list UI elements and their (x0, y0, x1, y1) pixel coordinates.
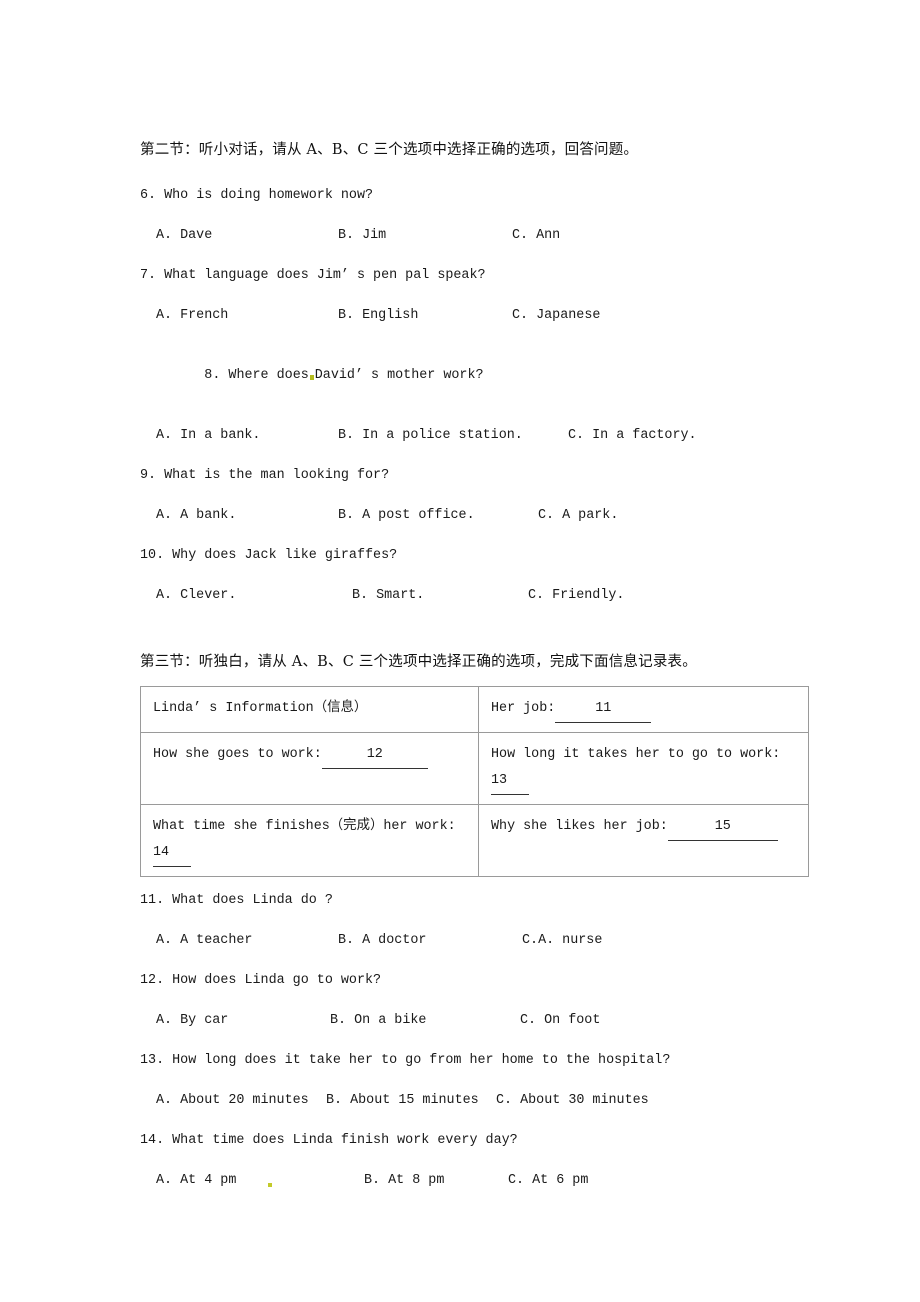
question-8-stem: 8. Where does David’ s mother work? (140, 346, 780, 406)
question-block-9: 9. What is the man looking for? A. A ban… (140, 466, 780, 526)
her-job-label: Her job: (491, 701, 556, 716)
linda-information-label: Linda’ s Information（信息） (153, 701, 368, 716)
question-10-option-a[interactable]: A. Clever. (156, 586, 236, 606)
table-cell-why-she-likes-her-job: Why she likes her job: 15 (478, 804, 809, 877)
why-she-likes-her-job-label: Why she likes her job: (491, 819, 668, 834)
answer-blank-15[interactable]: 15 (667, 814, 778, 841)
scan-artifact-mark (309, 375, 314, 380)
question-13-option-a[interactable]: A. About 20 minutes (156, 1091, 309, 1111)
question-9-option-b[interactable]: B. A post office. (338, 506, 475, 526)
question-12-stem: 12. How does Linda go to work? (140, 973, 382, 988)
question-12-option-b[interactable]: B. On a bike (330, 1011, 426, 1031)
answer-blank-11[interactable]: 11 (555, 696, 652, 723)
document-page: 第二节：听小对话，请从 A、B、C 三个选项中选择正确的选项，回答问题。 6. … (0, 0, 920, 1302)
question-11-option-c[interactable]: C.A. nurse (522, 931, 602, 951)
question-9-stem: 9. What is the man looking for? (140, 468, 390, 483)
question-13-option-b[interactable]: B. About 15 minutes (326, 1091, 479, 1111)
question-8-options: A. In a bank. B. In a police station. C.… (140, 426, 780, 446)
question-block-8: 8. Where does David’ s mother work? A. In… (140, 346, 780, 446)
question-9-option-c[interactable]: C. A park. (538, 506, 618, 526)
question-block-7: 7. What language does Jim’ s pen pal spe… (140, 266, 780, 326)
question-7-option-a[interactable]: A. French (156, 306, 228, 326)
question-14-option-a[interactable]: A. At 4 pm (156, 1171, 236, 1191)
question-8-option-c[interactable]: C. In a factory. (568, 426, 697, 446)
table-row: Linda’ s Information（信息） Her job: 11 (140, 686, 809, 733)
question-7-stem: 7. What language does Jim’ s pen pal spe… (140, 268, 486, 283)
answer-blank-13[interactable]: 13 (491, 768, 529, 795)
question-11-stem: 11. What does Linda do ? (140, 893, 333, 908)
question-8-option-b[interactable]: B. In a police station. (338, 426, 523, 446)
document-content: 第二节：听小对话，请从 A、B、C 三个选项中选择正确的选项，回答问题。 6. … (140, 140, 809, 1191)
scan-artifact-dot (268, 1183, 272, 1187)
question-block-13: 13. How long does it take her to go from… (140, 1051, 780, 1111)
question-14-option-b[interactable]: B. At 8 pm (364, 1171, 444, 1191)
question-14-option-c[interactable]: C. At 6 pm (508, 1171, 588, 1191)
question-7-options: A. French B. English C. Japanese (140, 306, 780, 326)
table-cell-linda-information: Linda’ s Information（信息） (140, 686, 479, 733)
section-3-heading: 第三节：听独白，请从 A、B、C 三个选项中选择正确的选项，完成下面信息记录表。 (140, 654, 697, 670)
question-10-stem: 10. Why does Jack like giraffes? (140, 548, 398, 563)
answer-blank-12[interactable]: 12 (321, 742, 428, 769)
question-block-10: 10. Why does Jack like giraffes? A. Clev… (140, 546, 780, 606)
table-cell-what-time-she-finishes: What time she finishes（完成）her work: 14 (140, 804, 479, 877)
question-6-option-c[interactable]: C. Ann (512, 226, 560, 246)
question-6-options: A. Dave B. Jim C. Ann (140, 226, 780, 246)
question-12-option-c[interactable]: C. On foot (520, 1011, 600, 1031)
question-9-options: A. A bank. B. A post office. C. A park. (140, 506, 780, 526)
question-12-option-a[interactable]: A. By car (156, 1011, 228, 1031)
table-row: How she goes to work: 12 How long it take… (140, 732, 809, 805)
question-11-option-b[interactable]: B. A doctor (338, 931, 426, 951)
question-9-option-a[interactable]: A. A bank. (156, 506, 236, 526)
question-block-12: 12. How does Linda go to work? A. By car… (140, 971, 780, 1031)
how-she-goes-to-work-label: How she goes to work: (153, 747, 322, 762)
question-13-options: A. About 20 minutes B. About 15 minutes … (140, 1091, 780, 1111)
question-10-options: A. Clever. B. Smart. C. Friendly. (140, 586, 780, 606)
question-8-option-a[interactable]: A. In a bank. (156, 426, 260, 446)
question-block-11: 11. What does Linda do ? A. A teacher B.… (140, 891, 780, 951)
question-6-stem: 6. Who is doing homework now? (140, 188, 374, 203)
question-7-option-c[interactable]: C. Japanese (512, 306, 600, 326)
question-11-option-a[interactable]: A. A teacher (156, 931, 252, 951)
question-6-option-b[interactable]: B. Jim (338, 226, 386, 246)
answer-blank-14[interactable]: 14 (153, 840, 191, 867)
question-12-options: A. By car B. On a bike C. On foot (140, 1011, 780, 1031)
question-8-stem-part-1: 8. Where does (204, 368, 309, 383)
question-10-option-c[interactable]: C. Friendly. (528, 586, 624, 606)
question-13-stem: 13. How long does it take her to go from… (140, 1053, 671, 1068)
question-7-option-b[interactable]: B. English (338, 306, 418, 326)
table-cell-how-she-goes-to-work: How she goes to work: 12 (140, 732, 479, 805)
question-14-options: A. At 4 pm B. At 8 pm C. At 6 pm (140, 1171, 780, 1191)
what-time-she-finishes-label: What time she finishes（完成）her work: (153, 819, 456, 834)
question-6-option-a[interactable]: A. Dave (156, 226, 212, 246)
how-long-it-takes-label: How long it takes her to go to work: (491, 747, 781, 762)
table-row: What time she finishes（完成）her work: 14 W… (140, 804, 809, 877)
question-block-6: 6. Who is doing homework now? A. Dave B.… (140, 186, 780, 246)
question-10-option-b[interactable]: B. Smart. (352, 586, 424, 606)
table-cell-her-job: Her job: 11 (478, 686, 809, 733)
question-14-stem: 14. What time does Linda finish work eve… (140, 1133, 518, 1148)
question-13-option-c[interactable]: C. About 30 minutes (496, 1091, 649, 1111)
question-11-options: A. A teacher B. A doctor C.A. nurse (140, 931, 780, 951)
linda-information-table: Linda’ s Information（信息） Her job: 11 How … (140, 686, 809, 877)
question-8-stem-part-2: David’ s mother work? (314, 368, 484, 383)
table-cell-how-long-it-takes: How long it takes her to go to work: 13 (478, 732, 809, 805)
question-block-14: 14. What time does Linda finish work eve… (140, 1131, 780, 1191)
section-2-heading: 第二节：听小对话，请从 A、B、C 三个选项中选择正确的选项，回答问题。 (140, 142, 639, 158)
